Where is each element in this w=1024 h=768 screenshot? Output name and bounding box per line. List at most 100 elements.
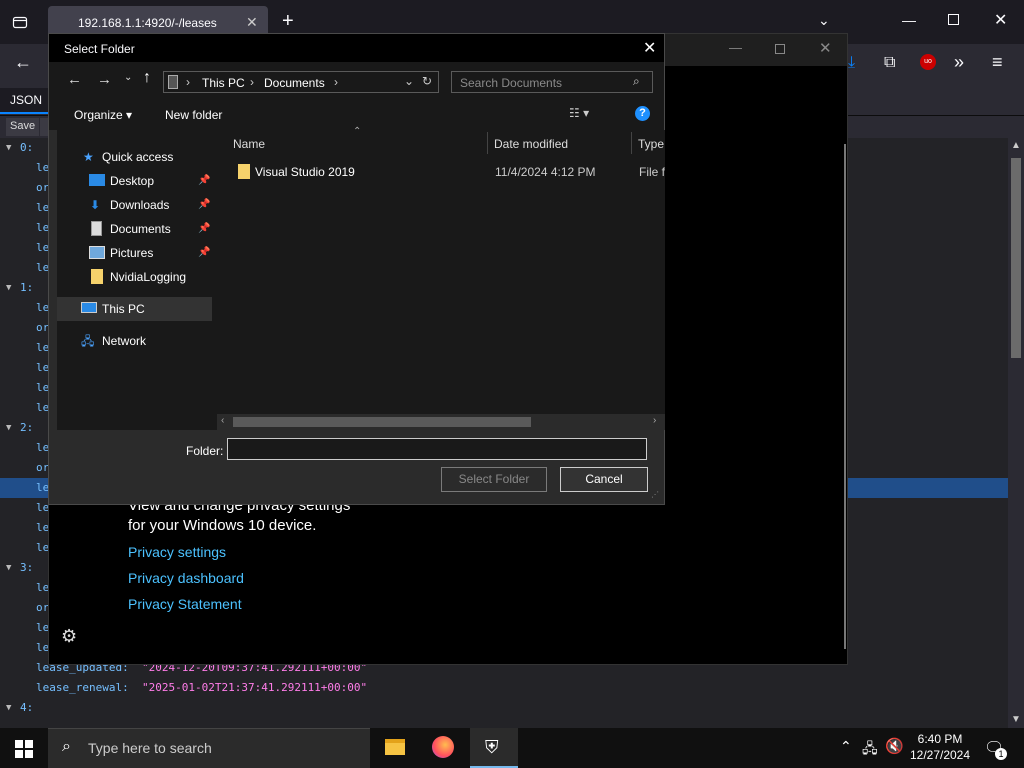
pin-icon[interactable]: 📌 <box>198 241 210 265</box>
view-options-icon[interactable]: ☷ ▾ <box>569 106 589 120</box>
clock-time: 6:40 PM <box>917 732 963 746</box>
tab-json[interactable]: JSON <box>0 88 48 114</box>
privacy-dashboard-link[interactable]: Privacy dashboard <box>128 570 244 586</box>
more-tools-icon[interactable]: » <box>954 52 964 73</box>
expand-toggle-icon[interactable]: ▼ <box>6 558 11 578</box>
privacy-settings-link[interactable]: Privacy settings <box>128 544 226 560</box>
dialog-close-icon[interactable]: ✕ <box>643 38 656 58</box>
extensions-icon[interactable]: ⧉ <box>884 54 895 72</box>
recent-locations-icon[interactable]: ⌄ <box>124 72 132 83</box>
scroll-left-icon[interactable]: ‹ <box>221 415 224 426</box>
address-dropdown-icon[interactable]: ⌄ <box>404 74 414 88</box>
copy-button[interactable] <box>40 118 48 136</box>
volume-muted-icon[interactable]: 🔇 <box>885 737 904 755</box>
minimize-icon[interactable]: — <box>902 12 916 28</box>
column-name[interactable]: Name <box>233 137 265 151</box>
settings-close-icon[interactable]: ✕ <box>819 39 832 57</box>
firefox-icon[interactable] <box>432 736 454 758</box>
clock[interactable]: 6:40 PM 12/27/2024 <box>905 731 975 763</box>
page-scrollbar[interactable]: ▲ ▼ <box>1008 138 1024 730</box>
taskbar: Type here to search ⌕ ⛨ ⌃ 🖧 🔇 6:40 PM 12… <box>0 728 1024 768</box>
up-icon[interactable]: ↑ <box>143 69 151 87</box>
select-folder-button[interactable]: Select Folder <box>441 467 547 492</box>
privacy-statement-link[interactable]: Privacy Statement <box>128 596 242 612</box>
column-type[interactable]: Type <box>638 137 664 151</box>
settings-desc-line2: for your Windows 10 device. <box>128 517 317 534</box>
new-tab-button[interactable]: + <box>282 10 294 33</box>
nav-this-pc[interactable]: This PC <box>57 297 212 321</box>
star-icon: ★ <box>83 150 94 164</box>
settings-minimize-icon[interactable]: — <box>729 40 742 55</box>
nav-documents[interactable]: Documents 📌 <box>57 217 212 241</box>
resize-grip-icon[interactable]: ⋰ <box>651 490 659 499</box>
settings-gear-icon[interactable]: ⚙ <box>61 626 77 647</box>
notification-count-badge: 1 <box>995 748 1007 760</box>
settings-scrollbar[interactable] <box>844 144 846 649</box>
settings-maximize-icon[interactable] <box>775 44 785 54</box>
json-key: lease_renewal: <box>36 681 129 694</box>
nav-downloads[interactable]: ⬇ Downloads 📌 <box>57 193 212 217</box>
expand-toggle-icon[interactable]: ▼ <box>6 138 11 158</box>
new-folder-button[interactable]: New folder <box>165 108 222 122</box>
dialog-address-row: ← → ⌄ ↑ › This PC › Documents › ⌄ ↻ Sear… <box>49 62 664 100</box>
column-divider[interactable] <box>631 132 632 154</box>
documents-icon <box>91 221 102 236</box>
navigation-pane: ★ Quick access Desktop 📌 ⬇ Downloads 📌 D… <box>57 130 217 430</box>
json-key-row[interactable]: lease_renewal: "2025-01-02T21:37:41.29211… <box>0 678 1008 698</box>
expand-toggle-icon[interactable]: ▼ <box>6 698 11 718</box>
json-index: 1: <box>20 281 34 294</box>
show-hidden-icons-icon[interactable]: ⌃ <box>840 738 852 755</box>
restore-icon[interactable] <box>948 14 959 25</box>
tab-title: 192.168.1.1:4920/-/leases <box>78 16 217 30</box>
scroll-down-icon[interactable]: ▼ <box>1011 714 1021 725</box>
horizontal-scrollbar[interactable]: ‹ › <box>217 414 665 430</box>
list-all-tabs-icon[interactable]: ⌄ <box>818 12 830 29</box>
scroll-up-icon[interactable]: ▲ <box>1011 140 1021 151</box>
forward-icon[interactable]: → <box>97 71 112 88</box>
tab-list-icon[interactable] <box>10 12 30 32</box>
scrollbar-thumb[interactable] <box>1011 158 1021 358</box>
security-app-button[interactable]: ⛨ <box>470 728 518 768</box>
nav-quick-access[interactable]: ★ Quick access <box>57 145 212 169</box>
expand-toggle-icon[interactable]: ▼ <box>6 418 11 438</box>
folder-name-input[interactable] <box>227 438 647 460</box>
close-tab-icon[interactable]: ✕ <box>246 14 258 31</box>
column-date-modified[interactable]: Date modified <box>494 137 568 151</box>
back-icon[interactable]: ← <box>67 71 82 88</box>
column-divider[interactable] <box>487 132 488 154</box>
computer-icon <box>81 302 97 313</box>
pin-icon[interactable]: 📌 <box>198 169 210 193</box>
ublock-icon[interactable]: uo <box>920 54 936 70</box>
pin-icon[interactable]: 📌 <box>198 193 210 217</box>
breadcrumb-documents[interactable]: Documents <box>264 76 325 90</box>
network-status-icon[interactable]: 🖧 <box>862 738 878 762</box>
pictures-icon <box>89 246 105 259</box>
file-explorer-icon[interactable] <box>385 739 405 755</box>
address-bar[interactable]: › This PC › Documents › ⌄ ↻ <box>163 71 439 93</box>
windows-start-icon[interactable] <box>15 740 33 758</box>
close-window-icon[interactable]: ✕ <box>994 10 1007 30</box>
nav-desktop[interactable]: Desktop 📌 <box>57 169 212 193</box>
save-button[interactable]: Save <box>6 118 40 136</box>
refresh-icon[interactable]: ↻ <box>422 74 432 88</box>
hscroll-thumb[interactable] <box>233 417 531 427</box>
scroll-right-icon[interactable]: › <box>653 415 656 426</box>
back-arrow-icon[interactable]: ← <box>14 52 32 73</box>
nav-nvidialogging[interactable]: NvidiaLogging <box>57 265 212 289</box>
expand-toggle-icon[interactable]: ▼ <box>6 278 11 298</box>
json-index-row[interactable]: ▼ 4: <box>0 698 1008 718</box>
nav-pictures[interactable]: Pictures 📌 <box>57 241 212 265</box>
cancel-button[interactable]: Cancel <box>560 467 648 492</box>
nav-network[interactable]: 🖧 Network <box>57 329 212 353</box>
folder-icon <box>91 269 103 284</box>
taskbar-search-input[interactable]: Type here to search <box>48 728 370 768</box>
breadcrumb-this-pc[interactable]: This PC <box>202 76 245 90</box>
pin-icon[interactable]: 📌 <box>198 217 210 241</box>
search-input[interactable]: Search Documents <box>451 71 653 93</box>
help-icon[interactable]: ? <box>635 106 650 121</box>
app-menu-icon[interactable]: ≡ <box>992 52 1003 73</box>
clock-date: 12/27/2024 <box>909 748 971 762</box>
organize-button[interactable]: Organize ▾ <box>74 108 132 122</box>
list-item[interactable]: Visual Studio 2019 11/4/2024 4:12 PM Fil… <box>225 160 665 182</box>
download-icon[interactable]: ⤓ <box>848 54 855 72</box>
